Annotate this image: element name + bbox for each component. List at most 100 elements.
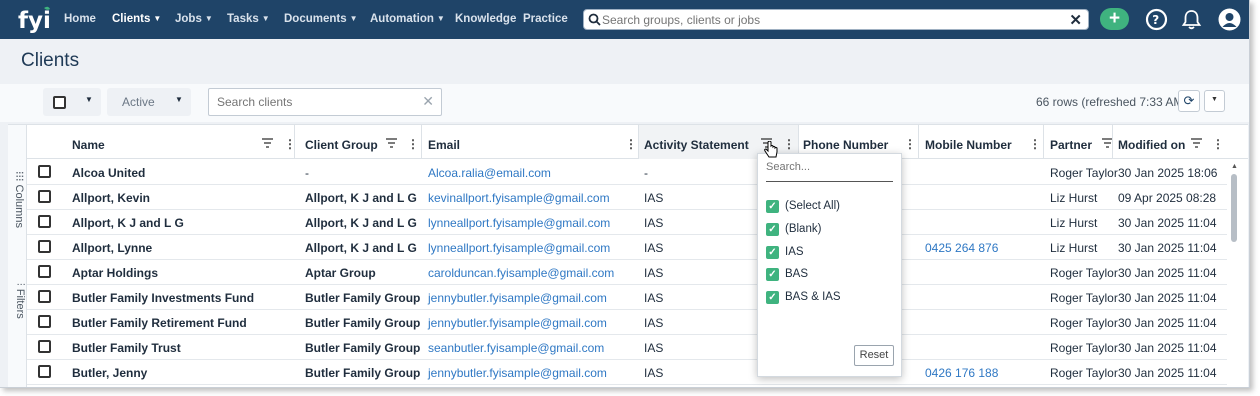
more-options-button[interactable]: ▼	[1204, 90, 1225, 112]
nav-tasks[interactable]: Tasks ▼	[227, 13, 270, 25]
nav-jobs[interactable]: Jobs ▼	[175, 13, 213, 25]
filter-icon[interactable]	[386, 138, 397, 148]
table-row[interactable]: Butler Family Retirement Fund Butler Fam…	[27, 310, 1228, 335]
cell-group[interactable]: Butler Family Group	[305, 316, 420, 330]
row-checkbox[interactable]	[38, 215, 51, 228]
cell-group[interactable]: Butler Family Group	[305, 291, 420, 305]
cell-email[interactable]: kevinallport.fyisample@gmail.com	[428, 191, 610, 205]
checkbox-checked-icon[interactable]: ✓	[766, 222, 779, 236]
cell-name[interactable]: Aptar Holdings	[72, 266, 158, 280]
checkbox-checked-icon[interactable]: ✓	[766, 245, 779, 259]
row-checkbox[interactable]	[38, 240, 51, 253]
columns-tab[interactable]: ⁝⁝⁝ Columns	[9, 171, 26, 228]
checkbox-checked-icon[interactable]: ✓	[766, 290, 779, 304]
cell-email[interactable]: carolduncan.fyisample@gmail.com	[428, 266, 614, 280]
header-phone-number[interactable]: Phone Number	[803, 138, 888, 152]
column-separator[interactable]	[421, 125, 422, 159]
filter-option[interactable]: ✓ BAS & IAS	[766, 289, 841, 305]
filter-search[interactable]	[766, 158, 893, 182]
close-icon[interactable]: ✕	[1069, 11, 1082, 29]
cell-name[interactable]: Alcoa United	[72, 166, 145, 180]
header-name[interactable]: Name	[72, 138, 105, 152]
help-icon[interactable]: ?	[1145, 8, 1168, 31]
table-row[interactable]: Butler Family Investments Fund Butler Fa…	[27, 285, 1228, 310]
refresh-button[interactable]: ⟳	[1178, 90, 1200, 112]
column-separator[interactable]	[1043, 125, 1044, 159]
column-menu-icon[interactable]: ⋮	[1212, 137, 1224, 151]
checkbox-checked-icon[interactable]: ✓	[766, 199, 779, 213]
fyi-logo[interactable]: fyi	[17, 5, 51, 33]
header-modified-on[interactable]: Modified on	[1118, 138, 1185, 152]
clear-icon[interactable]: ✕	[422, 93, 434, 110]
user-avatar-icon[interactable]	[1218, 8, 1241, 31]
nav-automation[interactable]: Automation ▼	[370, 13, 445, 25]
header-partner[interactable]: Partner	[1050, 138, 1092, 152]
cell-email[interactable]: lynneallport.fyisample@gmail.com	[428, 241, 610, 255]
filter-option[interactable]: ✓ BAS	[766, 266, 808, 282]
cell-email[interactable]: jennybutler.fyisample@gmail.com	[428, 366, 607, 380]
nav-home[interactable]: Home	[64, 13, 96, 25]
cell-name[interactable]: Butler, Jenny	[72, 366, 147, 380]
header-email[interactable]: Email	[428, 138, 460, 152]
nav-clients[interactable]: Clients ▼	[112, 13, 161, 25]
table-row[interactable]: Allport, Kevin Allport, K J and L G kevi…	[27, 185, 1228, 210]
scroll-up-icon[interactable]: ▲	[1231, 163, 1238, 170]
row-checkbox[interactable]	[38, 165, 51, 178]
table-row[interactable]: Allport, K J and L G Allport, K J and L …	[27, 210, 1228, 235]
cell-name[interactable]: Allport, Lynne	[72, 241, 152, 255]
row-checkbox[interactable]	[38, 340, 51, 353]
cell-group[interactable]: Aptar Group	[305, 266, 376, 280]
scrollbar-thumb[interactable]	[1231, 174, 1237, 242]
header-activity-statement[interactable]: Activity Statement	[644, 138, 749, 152]
add-button[interactable]: +	[1100, 8, 1129, 30]
filter-option[interactable]: ✓ IAS	[766, 244, 804, 260]
row-checkbox[interactable]	[38, 290, 51, 303]
cell-group[interactable]: Butler Family Group	[305, 366, 420, 380]
cell-email[interactable]: jennybutler.fyisample@gmail.com	[428, 291, 607, 305]
cell-name[interactable]: Allport, K J and L G	[72, 216, 184, 230]
client-search-input[interactable]	[217, 95, 417, 109]
select-all-checkbox[interactable]	[53, 96, 66, 109]
checkbox-checked-icon[interactable]: ✓	[766, 267, 779, 281]
column-separator[interactable]	[1112, 125, 1113, 159]
filter-search-input[interactable]	[766, 161, 886, 173]
filter-option[interactable]: ✓ (Blank)	[766, 221, 821, 237]
column-menu-icon[interactable]: ⋮	[1029, 137, 1041, 151]
cell-group[interactable]: Butler Family Group	[305, 341, 420, 355]
bell-icon[interactable]	[1180, 8, 1203, 31]
cell-mobile[interactable]: 0425 264 876	[925, 241, 998, 255]
nav-knowledge[interactable]: Knowledge	[455, 13, 516, 25]
column-menu-icon[interactable]: ⋮	[783, 137, 795, 151]
cell-email[interactable]: seanbutler.fyisample@gmail.com	[428, 341, 604, 355]
column-separator[interactable]	[918, 125, 919, 159]
row-checkbox[interactable]	[38, 315, 51, 328]
cell-group[interactable]: Allport, K J and L G	[305, 241, 417, 255]
nav-documents[interactable]: Documents ▼	[284, 13, 358, 25]
column-separator[interactable]	[638, 125, 639, 159]
cell-email[interactable]: lynneallport.fyisample@gmail.com	[428, 216, 610, 230]
filter-option[interactable]: ✓ (Select All)	[766, 198, 840, 214]
global-search-input[interactable]	[602, 12, 1062, 27]
client-search[interactable]: ✕	[208, 88, 442, 116]
table-row[interactable]: Alcoa United - Alcoa.ralia@email.com - R…	[27, 160, 1228, 185]
status-filter-dropdown[interactable]: Active ▼	[107, 88, 191, 116]
row-checkbox[interactable]	[38, 190, 51, 203]
table-row[interactable]: Butler Family Trust Butler Family Group …	[27, 335, 1228, 360]
global-search[interactable]: ✕	[583, 9, 1089, 30]
cell-name[interactable]: Allport, Kevin	[72, 191, 150, 205]
column-menu-icon[interactable]: ⋮	[407, 137, 419, 151]
header-mobile-number[interactable]: Mobile Number	[925, 138, 1012, 152]
column-menu-icon[interactable]: ⋮	[625, 137, 637, 151]
column-separator[interactable]	[294, 125, 295, 159]
cell-email[interactable]: jennybutler.fyisample@gmail.com	[428, 316, 607, 330]
table-row[interactable]: Aptar Holdings Aptar Group carolduncan.f…	[27, 260, 1228, 285]
filter-icon[interactable]	[262, 138, 273, 148]
cell-name[interactable]: Butler Family Trust	[72, 341, 181, 355]
column-menu-icon[interactable]: ⋮	[904, 137, 916, 151]
table-row[interactable]: Butler, Jenny Butler Family Group jennyb…	[27, 360, 1228, 385]
row-checkbox[interactable]	[38, 265, 51, 278]
table-row[interactable]: Allport, Lynne Allport, K J and L G lynn…	[27, 235, 1228, 260]
filter-icon[interactable]	[1191, 138, 1202, 148]
filters-tab[interactable]: ⫶ Filters	[9, 283, 26, 319]
header-client-group[interactable]: Client Group	[305, 138, 378, 152]
